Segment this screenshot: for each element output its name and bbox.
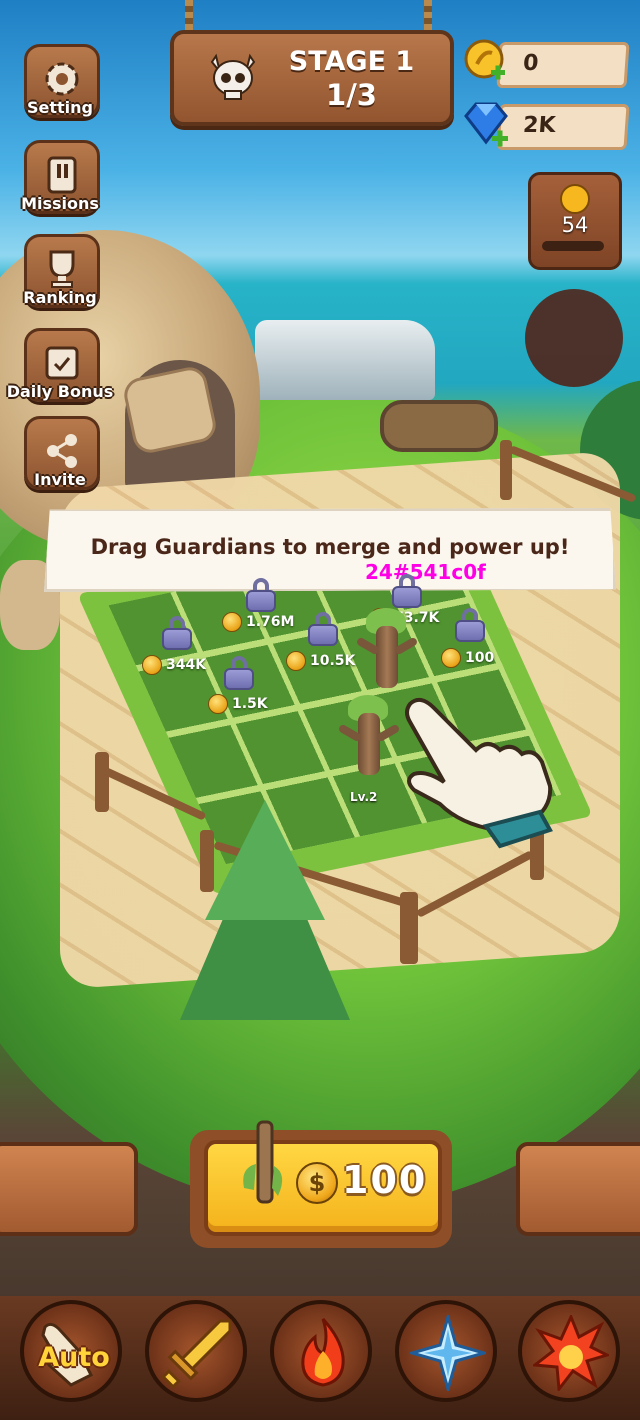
ranking-label: Ranking — [23, 288, 97, 307]
coin-counter-value: 54 — [561, 213, 589, 237]
stage-title: STAGE 1 — [288, 46, 415, 77]
daily-bonus-button[interactable]: Daily Bonus — [7, 328, 113, 408]
lock-icon — [455, 608, 485, 642]
left-wood-panel — [0, 1142, 138, 1236]
diamond-icon — [464, 102, 508, 147]
slot-price: 10.5K — [286, 650, 355, 672]
setting-button[interactable]: Setting — [20, 44, 100, 124]
fence-post — [95, 752, 109, 812]
coin-icon — [286, 651, 306, 671]
coin-icon — [222, 612, 242, 632]
buy-price: 100 — [342, 1158, 428, 1202]
coin-counter-progress — [542, 241, 604, 251]
slot-price: 1.5K — [208, 693, 268, 715]
auto-label: Auto — [38, 1342, 110, 1373]
buy-guardian-button[interactable]: $ 100 — [190, 1120, 452, 1248]
distant-cliff — [255, 320, 435, 400]
lock-icon — [392, 574, 422, 608]
lock-icon — [246, 578, 276, 612]
slot-price: 1.76M — [222, 611, 294, 633]
missions-button[interactable]: Missions — [20, 140, 100, 220]
tutorial-message: Drag Guardians to merge and power up! — [90, 535, 570, 559]
explosion-skill-button[interactable] — [518, 1300, 620, 1402]
gold-bar[interactable]: 0 — [496, 42, 630, 88]
stage-progress: 1/3 — [326, 78, 377, 112]
fallen-log — [380, 400, 498, 452]
gear-icon — [45, 62, 79, 96]
slot-price: 100 — [441, 647, 494, 669]
ranking-button[interactable]: Ranking — [20, 234, 100, 314]
coin-icon — [441, 648, 461, 668]
trophy-icon — [49, 250, 75, 288]
scroll-icon — [47, 156, 77, 194]
gold-value: 0 — [522, 51, 540, 76]
daily-bonus-label: Daily Bonus — [6, 382, 114, 401]
sword-icon — [161, 1319, 232, 1389]
lock-icon — [162, 616, 192, 650]
coin-icon: $ — [296, 1162, 338, 1204]
invite-label: Invite — [34, 470, 86, 489]
right-wood-panel — [516, 1142, 640, 1236]
sword-skill-button[interactable] — [145, 1300, 247, 1402]
missions-label: Missions — [21, 194, 99, 213]
invite-button[interactable]: Invite — [20, 416, 100, 496]
pointing-hand-icon — [405, 697, 553, 849]
tree-guardian[interactable] — [336, 695, 401, 785]
gem-bar[interactable]: 2K — [496, 104, 630, 150]
tutorial-banner: Drag Guardians to merge and power up! — [44, 508, 616, 592]
share-icon — [47, 434, 77, 468]
stage-sign: STAGE 1 1/3 — [170, 30, 454, 126]
coin-icon — [560, 184, 590, 214]
guardian-level: Lv.2 — [350, 790, 378, 804]
setting-label: Setting — [27, 98, 93, 117]
lock-icon — [308, 612, 338, 646]
ice-star-icon — [410, 1315, 486, 1391]
debug-dot — [525, 289, 623, 387]
pine-tree-top — [205, 800, 325, 920]
fire-skill-button[interactable] — [270, 1300, 372, 1402]
auto-button[interactable]: Auto — [20, 1300, 122, 1402]
coin-icon — [208, 694, 228, 714]
lock-icon — [224, 656, 254, 690]
tree-guardian[interactable] — [354, 608, 419, 698]
debug-overlay-text: 24#541c0f — [365, 560, 486, 584]
ice-skill-button[interactable] — [395, 1300, 497, 1402]
coin-production-counter[interactable]: 54 — [528, 172, 622, 270]
skull-icon — [210, 53, 256, 100]
calendar-icon — [45, 346, 79, 380]
gold-coin-icon — [464, 39, 505, 80]
flame-icon — [301, 1317, 345, 1387]
gem-value: 2K — [522, 113, 557, 138]
stick-guardian-icon — [243, 1120, 283, 1204]
slot-price: 344K — [142, 654, 206, 676]
explosion-icon — [533, 1315, 609, 1391]
coin-icon — [142, 655, 162, 675]
